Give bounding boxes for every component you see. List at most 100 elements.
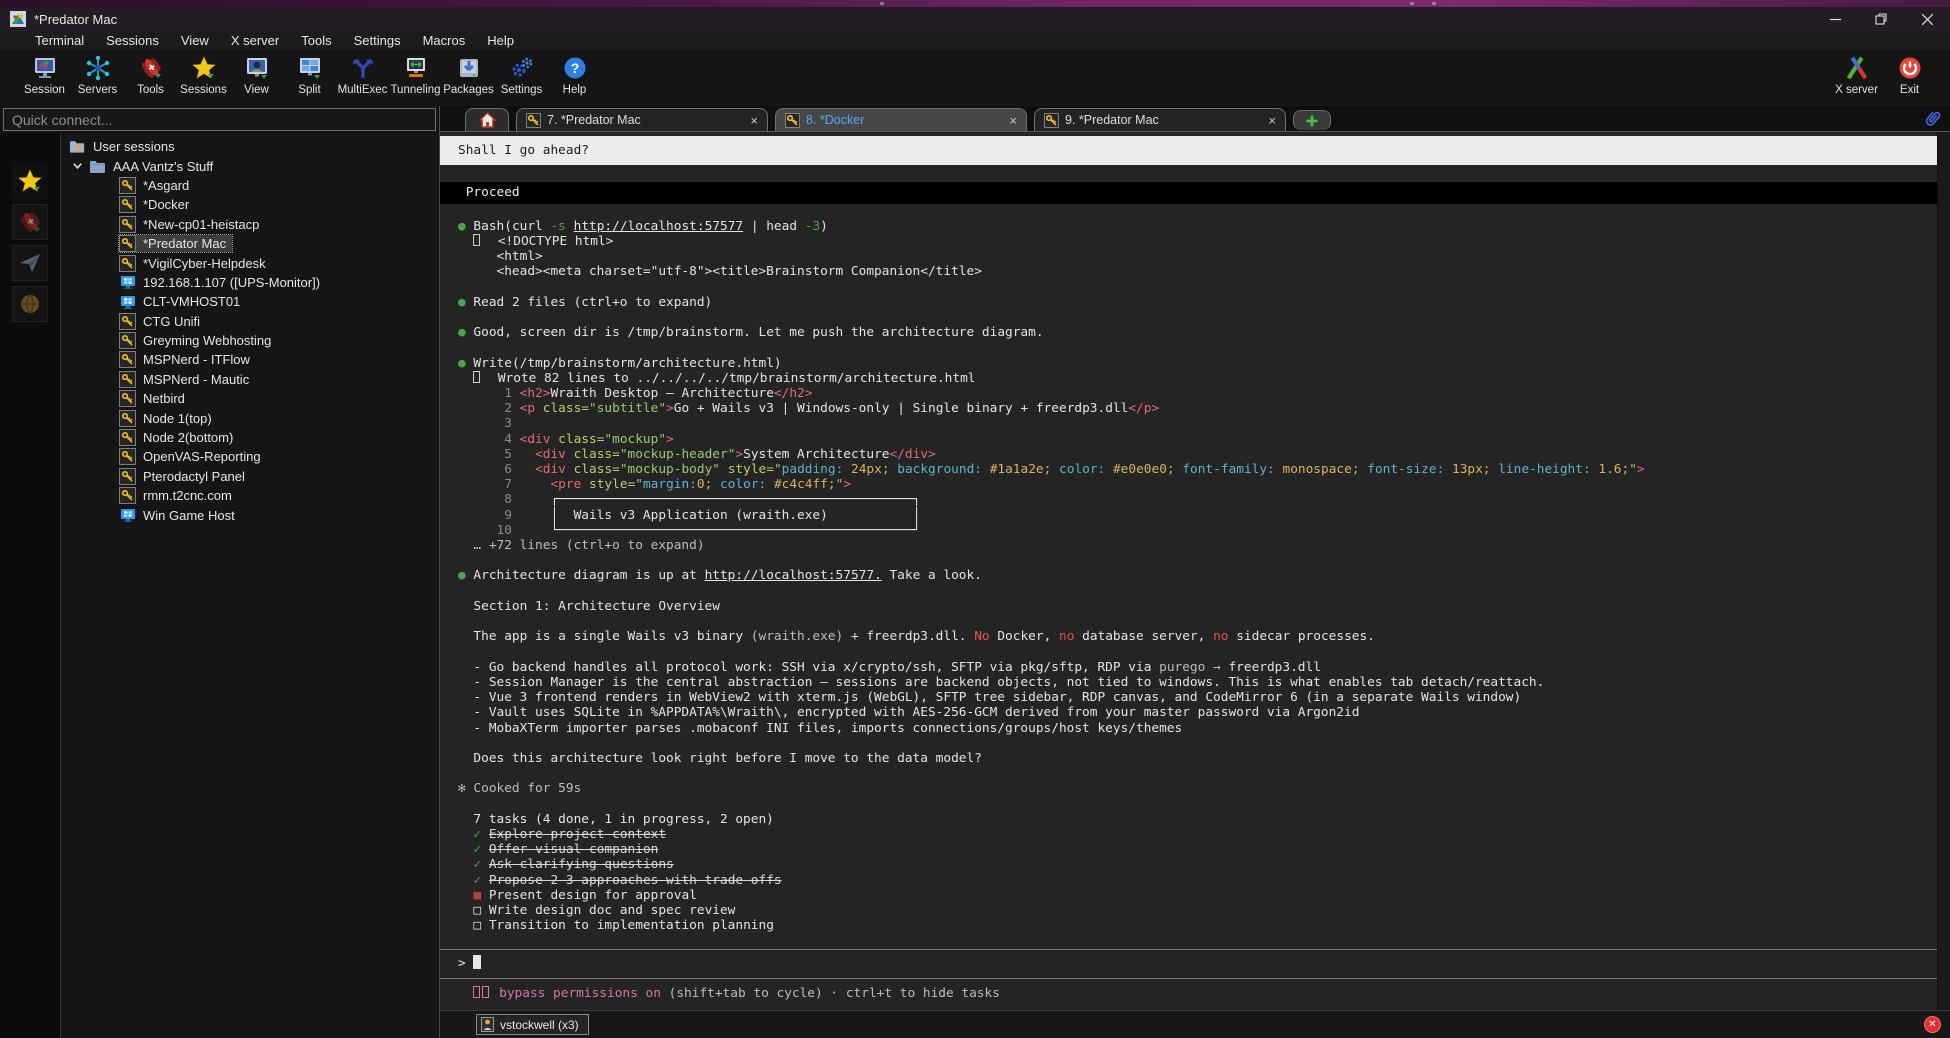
tab-9-predator-mac[interactable]: 9. *Predator Mac× xyxy=(1034,108,1286,131)
terminal-line: 5 <div class="mockup-header">System Arch… xyxy=(440,447,1950,462)
terminal-line: ✓ Offer visual companion xyxy=(440,842,1950,857)
tree-item-predator-mac[interactable]: *Predator Mac xyxy=(61,234,439,253)
terminal-line: 3 xyxy=(440,416,1950,431)
tab-7-predator-mac[interactable]: 7. *Predator Mac× xyxy=(516,108,768,131)
panel-tab-macros[interactable] xyxy=(12,245,48,281)
ssh-key-icon xyxy=(119,468,136,485)
toolbar-session-button[interactable]: Session xyxy=(18,52,71,96)
toolbar-label: Servers xyxy=(78,84,118,96)
menu-help[interactable]: Help xyxy=(476,33,525,48)
tree-item-ctg-unifi[interactable]: CTG Unifi xyxy=(61,312,439,331)
tree-item-node-2-bottom[interactable]: Node 2(bottom) xyxy=(61,428,439,447)
rdp-icon xyxy=(119,293,136,310)
tree-item-pterodactyl-panel[interactable]: Pterodactyl Panel xyxy=(61,467,439,486)
tree-item-rmm-t2cnc-com[interactable]: rmm.t2cnc.com xyxy=(61,486,439,505)
menu-terminal[interactable]: Terminal xyxy=(24,33,95,48)
tabbar: 7. *Predator Mac× 8. *Docker× 9. *Predator… xyxy=(440,106,1950,132)
tree-item-new-cp01-heistacp[interactable]: *New-cp01-heistacp xyxy=(61,215,439,234)
tree-item-aaa-vantz-s-stuff[interactable]: AAA Vantz's Stuff xyxy=(61,156,439,175)
panel-tab-sessions[interactable] xyxy=(12,163,48,199)
panel-tab-tools[interactable] xyxy=(12,204,48,240)
terminal[interactable]: Shall I go ahead? Proceed ● Bash(curl -s… xyxy=(440,132,1950,1010)
terminal-line xyxy=(440,553,1950,568)
tree-item-vigilcyber-helpdesk[interactable]: *VigilCyber-Helpdesk xyxy=(61,253,439,272)
tree-item-asgard[interactable]: *Asgard xyxy=(61,176,439,195)
tree-item-user-sessions[interactable]: User sessions xyxy=(61,137,439,156)
star-icon xyxy=(190,54,218,82)
tree-item-clt-vmhost01[interactable]: CLT-VMHOST01 xyxy=(61,292,439,311)
menu-tools[interactable]: Tools xyxy=(290,33,342,48)
toolbar-view-button[interactable]: View xyxy=(230,52,283,96)
user-sessions-button[interactable]: vstockwell (x3) xyxy=(476,1014,589,1035)
toolbar-label: Settings xyxy=(501,84,543,96)
toolbar-multiexec-button[interactable]: MultiExec xyxy=(336,52,389,96)
terminal-line xyxy=(440,614,1950,629)
terminal-line: 8 ┌─────────────────────────────────────… xyxy=(440,492,1950,507)
assistant-question-band[interactable]: Shall I go ahead? xyxy=(440,136,1937,165)
terminal-line: ● Read 2 files (ctrl+o to expand) xyxy=(440,295,1950,310)
tree-item-openvas-reporting[interactable]: OpenVAS-Reporting xyxy=(61,447,439,466)
svg-text:?: ? xyxy=(570,60,579,76)
toolbar-tools-button[interactable]: Tools xyxy=(124,52,177,96)
new-tab-button[interactable] xyxy=(1293,110,1331,130)
tab-close-icon[interactable]: × xyxy=(742,113,758,128)
toolbar-settings-button[interactable]: Settings xyxy=(495,52,548,96)
tree-item-netbird[interactable]: Netbird xyxy=(61,389,439,408)
chevron-down-icon[interactable] xyxy=(71,159,85,173)
attach-paperclip-icon[interactable] xyxy=(1922,107,1944,135)
proceed-option-band[interactable]: Proceed xyxy=(440,182,1937,203)
tree-item-label: 192.168.1.107 ([UPS-Monitor]) xyxy=(143,275,320,290)
menu-x-server[interactable]: X server xyxy=(220,33,290,48)
ssh-key-icon xyxy=(119,410,136,427)
tree-item-node-1-top[interactable]: Node 1(top) xyxy=(61,408,439,427)
tab-close-icon[interactable]: × xyxy=(1001,113,1017,128)
terminal-line: - Vue 3 frontend renders in WebView2 wit… xyxy=(440,690,1950,705)
ssh-key-icon xyxy=(119,351,136,368)
menu-settings[interactable]: Settings xyxy=(343,33,412,48)
tab-home[interactable] xyxy=(465,108,509,131)
quick-connect-input[interactable] xyxy=(3,108,436,131)
tree-item-mspnerd-mautic[interactable]: MSPNerd - Mautic xyxy=(61,370,439,389)
tree-item-192-168-1-107-ups-monitor[interactable]: 192.168.1.107 ([UPS-Monitor]) xyxy=(61,273,439,292)
tree-item-label: OpenVAS-Reporting xyxy=(143,449,261,464)
close-button[interactable] xyxy=(1904,7,1950,31)
terminal-scrollbar[interactable] xyxy=(1937,132,1950,1010)
toolbar-x-server-button[interactable]: X server xyxy=(1830,52,1883,96)
minimize-button[interactable] xyxy=(1812,7,1858,31)
tree-item-label: Greyming Webhosting xyxy=(143,333,271,348)
tree-item-docker[interactable]: *Docker xyxy=(61,195,439,214)
panel-tab-sftp[interactable] xyxy=(12,286,48,322)
toolbar-servers-button[interactable]: Servers xyxy=(71,52,124,96)
toolbar-sessions-button[interactable]: Sessions xyxy=(177,52,230,96)
terminal-line: ✓ Propose 2-3 approaches with trade-offs xyxy=(440,873,1950,888)
menu-view[interactable]: View xyxy=(170,33,220,48)
ssh-key-icon xyxy=(119,429,136,446)
close-terminal-icon[interactable]: ✕ xyxy=(1924,1016,1941,1033)
terminal-line: 1 <h2>Wraith Desktop — Architecture</h2> xyxy=(440,386,1950,401)
tree-item-win-game-host[interactable]: Win Game Host xyxy=(61,505,439,524)
sidebar-panel-tabs xyxy=(0,133,61,1038)
tree-item-greyming-webhosting[interactable]: Greyming Webhosting xyxy=(61,331,439,350)
terminal-cursor xyxy=(473,955,481,969)
tree-item-mspnerd-itflow[interactable]: MSPNerd - ITFlow xyxy=(61,350,439,369)
ssh-key-icon xyxy=(119,196,136,213)
terminal-line xyxy=(440,310,1950,325)
rdp-icon xyxy=(119,507,136,524)
tree-item-label: *Asgard xyxy=(143,178,189,193)
toolbar-split-button[interactable]: Split xyxy=(283,52,336,96)
maximize-button[interactable] xyxy=(1858,7,1904,31)
toolbar-help-button[interactable]: ?Help xyxy=(548,52,601,96)
tab-8-docker[interactable]: 8. *Docker× xyxy=(775,108,1027,131)
terminal-line xyxy=(440,645,1950,660)
tree-item-label: *Predator Mac xyxy=(143,236,226,251)
taskbar-dot xyxy=(1410,2,1414,5)
settings-icon xyxy=(508,54,536,82)
prompt-input[interactable]: > xyxy=(440,949,1937,978)
toolbar-exit-button[interactable]: Exit xyxy=(1883,52,1936,96)
toolbar-tunneling-button[interactable]: Tunneling xyxy=(389,52,442,96)
menu-sessions[interactable]: Sessions xyxy=(95,33,170,48)
user-button-label: vstockwell (x3) xyxy=(500,1018,579,1032)
menu-macros[interactable]: Macros xyxy=(412,33,477,48)
tab-close-icon[interactable]: × xyxy=(1260,113,1276,128)
toolbar-packages-button[interactable]: Packages xyxy=(442,52,495,96)
